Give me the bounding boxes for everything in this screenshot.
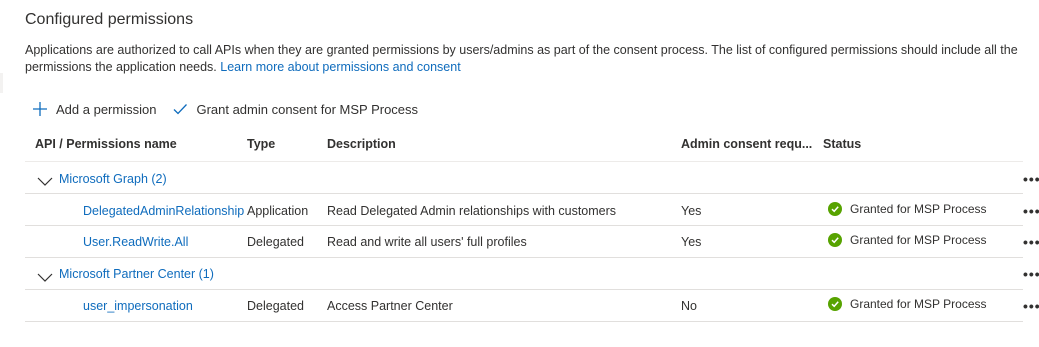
permission-name-link[interactable]: user_impersonation: [83, 299, 193, 313]
admin-consent-required: Yes: [681, 204, 702, 218]
table-row: User.ReadWrite.All Delegated Read and wr…: [25, 226, 1039, 258]
grant-admin-consent-button[interactable]: Grant admin consent for MSP Process: [172, 101, 418, 117]
admin-consent-required: Yes: [681, 235, 702, 249]
granted-check-icon: [828, 297, 842, 311]
column-header-api[interactable]: API / Permissions name: [35, 137, 177, 153]
chevron-down-icon[interactable]: [37, 174, 53, 192]
left-edge-marker: [0, 73, 3, 93]
more-options-icon[interactable]: •••: [1023, 172, 1039, 186]
status-text: Granted for MSP Process: [850, 297, 987, 311]
permission-name-link[interactable]: DelegatedAdminRelationship: [83, 204, 244, 218]
command-bar: Add a permission Grant admin consent for…: [32, 99, 418, 119]
grant-admin-consent-label: Grant admin consent for MSP Process: [196, 101, 419, 117]
description-text: Applications are authorized to call APIs…: [25, 43, 1018, 74]
column-header-status[interactable]: Status: [823, 137, 861, 153]
permission-type: Application: [247, 204, 309, 218]
group-row: Microsoft Partner Center (1) •••: [25, 258, 1039, 290]
more-options-icon[interactable]: •••: [1023, 235, 1039, 249]
status-badge: Granted for MSP Process: [828, 202, 987, 216]
status-badge: Granted for MSP Process: [828, 233, 987, 247]
status-text: Granted for MSP Process: [850, 202, 987, 216]
more-options-icon[interactable]: •••: [1023, 299, 1039, 313]
more-options-icon[interactable]: •••: [1023, 267, 1039, 281]
column-header-description[interactable]: Description: [327, 137, 396, 153]
add-permission-label: Add a permission: [56, 101, 157, 117]
status-text: Granted for MSP Process: [850, 233, 987, 247]
permission-type: Delegated: [247, 299, 304, 313]
learn-more-link[interactable]: Learn more about permissions and consent: [220, 60, 460, 74]
plus-icon: [32, 101, 48, 117]
permission-description: Access Partner Center: [327, 299, 453, 313]
permission-description: Read and write all users' full profiles: [327, 235, 527, 249]
permission-type: Delegated: [247, 235, 304, 249]
permission-description: Read Delegated Admin relationships with …: [327, 204, 617, 218]
admin-consent-required: No: [681, 299, 697, 313]
table-row: DelegatedAdminRelationship Application R…: [25, 194, 1039, 226]
section-description: Applications are authorized to call APIs…: [25, 42, 1025, 76]
table-row: user_impersonation Delegated Access Part…: [25, 290, 1039, 322]
chevron-down-icon[interactable]: [37, 270, 53, 288]
granted-check-icon: [828, 202, 842, 216]
status-badge: Granted for MSP Process: [828, 297, 987, 311]
group-row: Microsoft Graph (2) •••: [25, 162, 1039, 194]
more-options-icon[interactable]: •••: [1023, 204, 1039, 218]
permission-name-link[interactable]: User.ReadWrite.All: [83, 235, 188, 249]
group-label-microsoft-graph[interactable]: Microsoft Graph (2): [59, 172, 167, 186]
section-title: Configured permissions: [25, 11, 194, 28]
add-permission-button[interactable]: Add a permission: [32, 101, 156, 117]
column-header-type[interactable]: Type: [247, 137, 275, 153]
group-label-microsoft-partner-center[interactable]: Microsoft Partner Center (1): [59, 267, 214, 281]
granted-check-icon: [828, 233, 842, 247]
checkmark-icon: [172, 101, 188, 117]
column-header-admin-consent[interactable]: Admin consent requ...: [681, 137, 812, 153]
